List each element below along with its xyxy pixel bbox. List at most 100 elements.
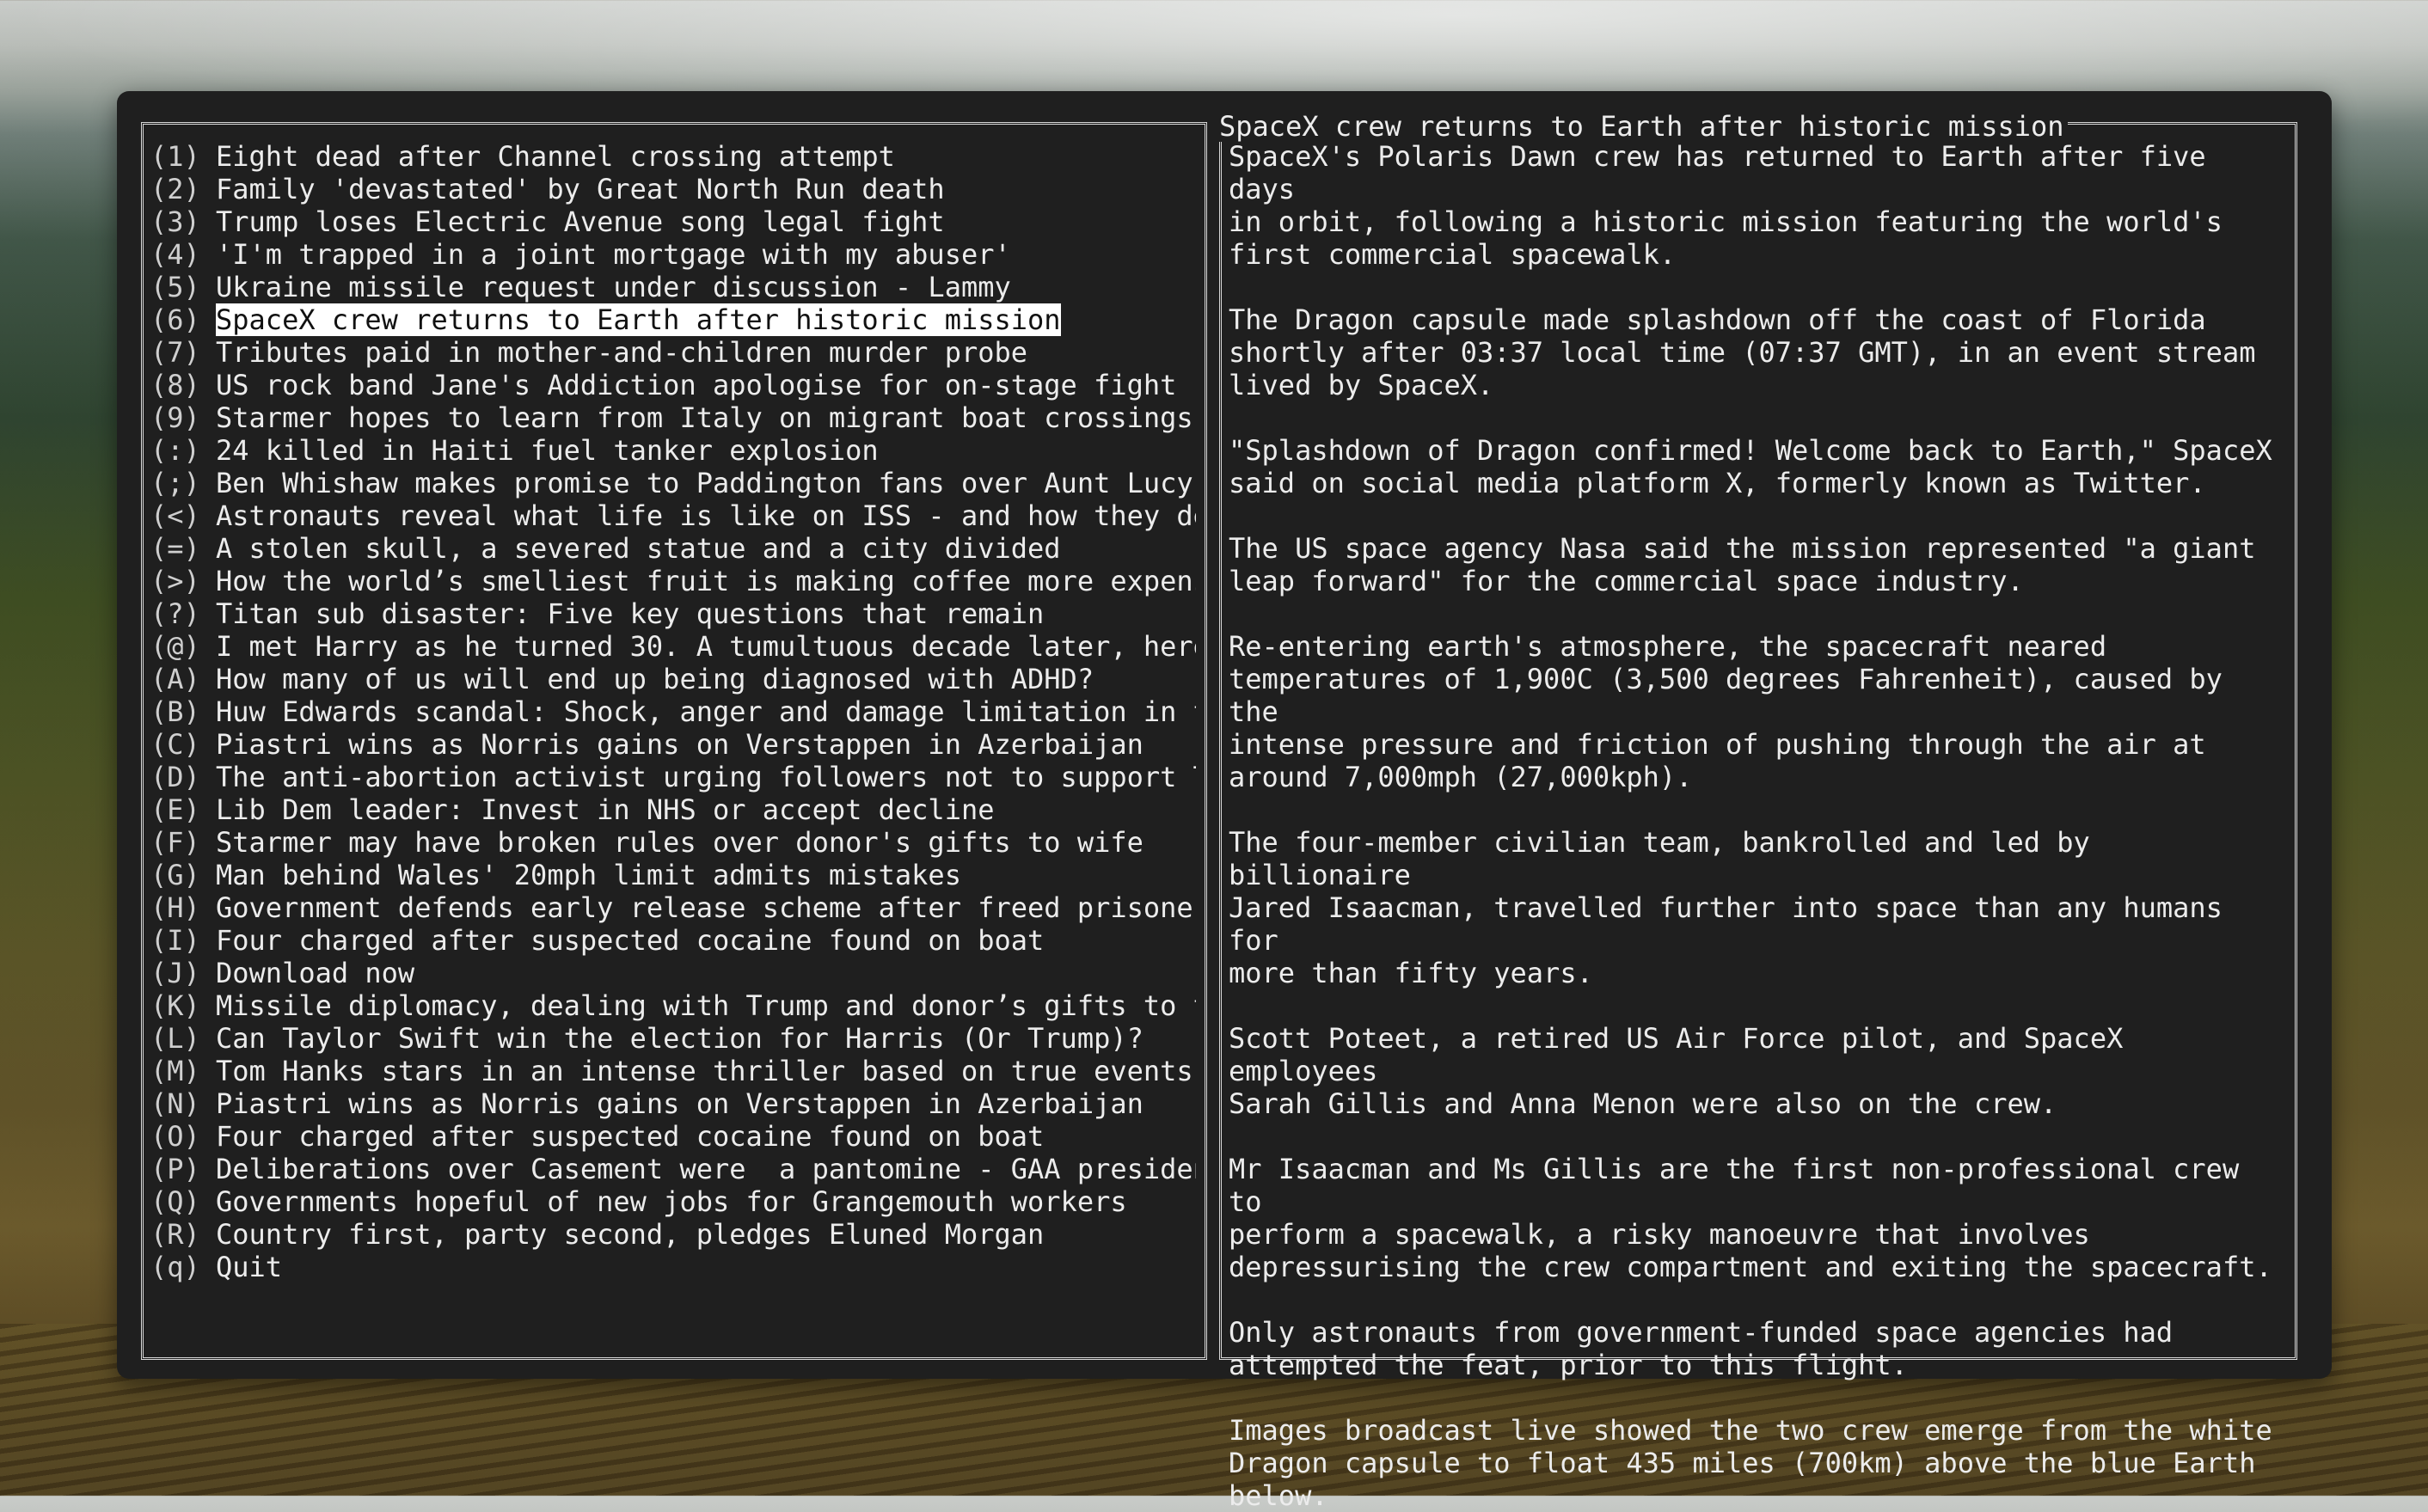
article-paragraph: Mr Isaacman and Ms Gillis are the first …	[1229, 1153, 2272, 1283]
menu-item-title: Four charged after suspected cocaine fou…	[216, 1120, 1045, 1153]
menu-item-key: (O)	[150, 1120, 200, 1153]
menu-item[interactable]: (F) Starmer may have broken rules over do…	[150, 826, 1196, 859]
menu-item-title: Lib Dem leader: Invest in NHS or accept …	[216, 793, 995, 826]
menu-item-key: (:)	[150, 434, 200, 467]
menu-item-key: (N)	[150, 1087, 200, 1120]
menu-item-key: (M)	[150, 1055, 200, 1087]
article-body: SpaceX's Polaris Dawn crew has returned …	[1229, 140, 2286, 1512]
menu-item[interactable]: (L) Can Taylor Swift win the election for…	[150, 1022, 1196, 1055]
menu-item-key: (C)	[150, 728, 200, 761]
menu-item[interactable]: (<) Astronauts reveal what life is like o…	[150, 499, 1196, 532]
article-paragraph: The four-member civilian team, bankrolle…	[1229, 826, 2223, 989]
menu-item-title: Titan sub disaster: Five key questions t…	[216, 597, 1045, 630]
menu-item-key: (J)	[150, 957, 200, 989]
menu-item-key: (D)	[150, 761, 200, 793]
menu-item-title: Eight dead after Channel crossing attemp…	[216, 140, 895, 173]
menu-item[interactable]: (?) Titan sub disaster: Five key question…	[150, 597, 1196, 630]
menu-item[interactable]: (>) How the world’s smelliest fruit is ma…	[150, 565, 1196, 597]
menu-item-title: US rock band Jane's Addiction apologise …	[216, 369, 1177, 401]
menu-item[interactable]: (H) Government defends early release sche…	[150, 891, 1196, 924]
menu-item-title: 24 killed in Haiti fuel tanker explosion	[216, 434, 879, 467]
menu-item-title: Tributes paid in mother-and-children mur…	[216, 336, 1028, 369]
menu-item[interactable]: (J) Download now	[150, 957, 1196, 989]
menu-item[interactable]: (I) Four charged after suspected cocaine …	[150, 924, 1196, 957]
menu-item[interactable]: (=) A stolen skull, a severed statue and …	[150, 532, 1196, 565]
menu-item-key: (@)	[150, 630, 200, 663]
menu-item-title: Quit	[216, 1251, 283, 1283]
menu-item-key: (5)	[150, 271, 200, 303]
menu-item-title: Government defends early release scheme …	[216, 891, 1196, 924]
menu-item-key: (9)	[150, 401, 200, 434]
menu-item-title: Country first, party second, pledges Elu…	[216, 1218, 1045, 1251]
menu-item[interactable]: (5) Ukraine missile request under discuss…	[150, 271, 1196, 303]
menu-item[interactable]: (6) SpaceX crew returns to Earth after hi…	[150, 303, 1196, 336]
menu-item[interactable]: (:) 24 killed in Haiti fuel tanker explos…	[150, 434, 1196, 467]
menu-item-title: The anti-abortion activist urging follow…	[216, 761, 1196, 793]
article-paragraph: Only astronauts from government-funded s…	[1229, 1316, 2174, 1381]
menu-item-key: (I)	[150, 924, 200, 957]
menu-item-title: 'I'm trapped in a joint mortgage with my…	[216, 238, 1011, 271]
menu-item[interactable]: (2) Family 'devastated' by Great North Ru…	[150, 173, 1196, 205]
menu-item[interactable]: (Q) Governments hopeful of new jobs for G…	[150, 1185, 1196, 1218]
menu-item-title: Ben Whishaw makes promise to Paddington …	[216, 467, 1193, 499]
menu-item-key: (K)	[150, 989, 200, 1022]
menu-item[interactable]: (E) Lib Dem leader: Invest in NHS or acce…	[150, 793, 1196, 826]
menu-item-title: SpaceX crew returns to Earth after histo…	[216, 303, 1061, 336]
menu-item-title: Four charged after suspected cocaine fou…	[216, 924, 1045, 957]
menu-item[interactable]: (K) Missile diplomacy, dealing with Trump…	[150, 989, 1196, 1022]
menu-item-key: (8)	[150, 369, 200, 401]
menu-item[interactable]: (7) Tributes paid in mother-and-children …	[150, 336, 1196, 369]
menu-item[interactable]: (N) Piastri wins as Norris gains on Verst…	[150, 1087, 1196, 1120]
menu-item-title: Piastri wins as Norris gains on Verstapp…	[216, 1087, 1143, 1120]
menu-item-title: How many of us will end up being diagnos…	[216, 663, 1094, 695]
menu-item[interactable]: (D) The anti-abortion activist urging fol…	[150, 761, 1196, 793]
article-paragraph: Re-entering earth's atmosphere, the spac…	[1229, 630, 2223, 793]
terminal-window[interactable]: (1) Eight dead after Channel crossing att…	[117, 91, 2332, 1512]
menu-item[interactable]: (4) 'I'm trapped in a joint mortgage with…	[150, 238, 1196, 271]
menu-item-title: Astronauts reveal what life is like on I…	[216, 499, 1196, 532]
menu-item-title: Deliberations over Casement were a panto…	[216, 1153, 1196, 1185]
menu-item-title: Starmer may have broken rules over donor…	[216, 826, 1143, 859]
menu-item[interactable]: (;) Ben Whishaw makes promise to Paddingt…	[150, 467, 1196, 499]
menu-item[interactable]: (O) Four charged after suspected cocaine …	[150, 1120, 1196, 1153]
article-pane: SpaceX crew returns to Earth after histo…	[1219, 111, 2297, 1512]
menu-item-key: (L)	[150, 1022, 200, 1055]
menu-item[interactable]: (M) Tom Hanks stars in an intense thrille…	[150, 1055, 1196, 1087]
menu-item[interactable]: (G) Man behind Wales' 20mph limit admits …	[150, 859, 1196, 891]
article-paragraph: The US space agency Nasa said the missio…	[1229, 532, 2256, 597]
article-paragraph: The Dragon capsule made splashdown off t…	[1229, 303, 2256, 401]
article-paragraph: "Splashdown of Dragon confirmed! Welcome…	[1229, 434, 2272, 499]
menu-item-key: (=)	[150, 532, 200, 565]
menu-item[interactable]: (3) Trump loses Electric Avenue song lega…	[150, 205, 1196, 238]
menu-item-key: (3)	[150, 205, 200, 238]
menu-item-key: (1)	[150, 140, 200, 173]
article-paragraph: Scott Poteet, a retired US Air Force pil…	[1229, 1022, 2124, 1120]
menu-item-key: (?)	[150, 597, 200, 630]
menu-item[interactable]: (P) Deliberations over Casement were a pa…	[150, 1153, 1196, 1185]
menu-item-key: (7)	[150, 336, 200, 369]
menu-item-title: Governments hopeful of new jobs for Gran…	[216, 1185, 1127, 1218]
menu-item[interactable]: (@) I met Harry as he turned 30. A tumult…	[150, 630, 1196, 663]
menu-item-key: (F)	[150, 826, 200, 859]
article-paragraph: Images broadcast live showed the two cre…	[1229, 1414, 2272, 1512]
menu-item[interactable]: (C) Piastri wins as Norris gains on Verst…	[150, 728, 1196, 761]
menu-item-key: (<)	[150, 499, 200, 532]
menu-item-title: A stolen skull, a severed statue and a c…	[216, 532, 1061, 565]
menu-item-key: (P)	[150, 1153, 200, 1185]
menu-item-title: Ukraine missile request under discussion…	[216, 271, 1011, 303]
menu-item[interactable]: (q) Quit	[150, 1251, 1196, 1283]
menu-item[interactable]: (B) Huw Edwards scandal: Shock, anger and…	[150, 695, 1196, 728]
menu-item-title: I met Harry as he turned 30. A tumultuou…	[216, 630, 1196, 663]
menu-item[interactable]: (9) Starmer hopes to learn from Italy on …	[150, 401, 1196, 434]
menu-item-title: How the world’s smelliest fruit is makin…	[216, 565, 1196, 597]
menu-item-title: Huw Edwards scandal: Shock, anger and da…	[216, 695, 1196, 728]
menu-item-title: Can Taylor Swift win the election for Ha…	[216, 1022, 1143, 1055]
menu-item[interactable]: (A) How many of us will end up being diag…	[150, 663, 1196, 695]
menu-item-key: (4)	[150, 238, 200, 271]
menu-item-title: Starmer hopes to learn from Italy on mig…	[216, 401, 1193, 434]
menu-item[interactable]: (8) US rock band Jane's Addiction apologi…	[150, 369, 1196, 401]
menu-item-key: (;)	[150, 467, 200, 499]
menu-item[interactable]: (1) Eight dead after Channel crossing att…	[150, 140, 1196, 173]
menu-item-key: (2)	[150, 173, 200, 205]
menu-item[interactable]: (R) Country first, party second, pledges …	[150, 1218, 1196, 1251]
